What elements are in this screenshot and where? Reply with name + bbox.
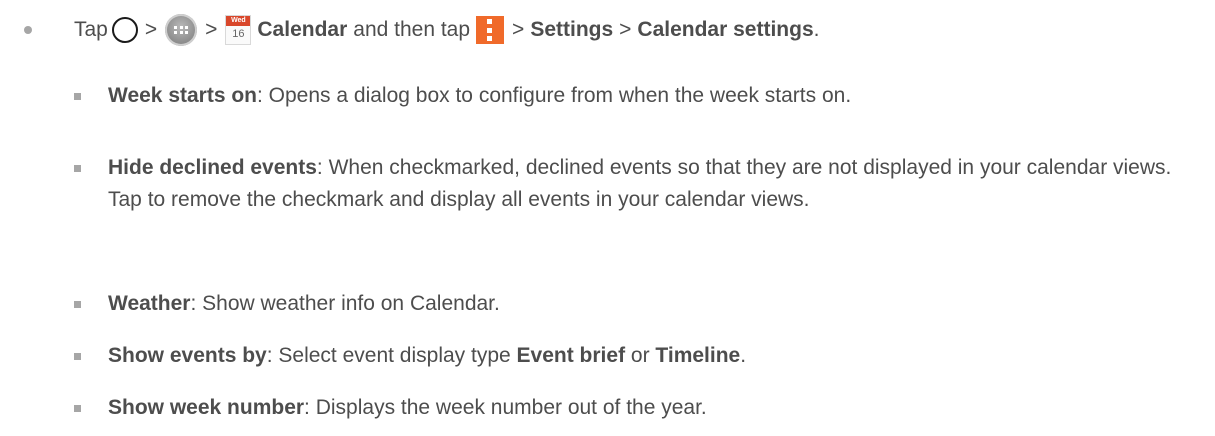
item-desc: : Select event display type: [266, 344, 517, 367]
square-bullet: [74, 301, 81, 308]
item-term: Week starts on: [108, 84, 257, 107]
calendar-icon-day: Wed: [226, 16, 251, 26]
overflow-menu-icon: [476, 16, 505, 44]
item-text: Weather: Show weather info on Calendar.: [108, 288, 1208, 320]
item-desc: : Displays the week number out of the ye…: [304, 396, 707, 419]
arrow-separator: >: [144, 18, 158, 41]
round-bullet: [24, 26, 32, 34]
item-term: Hide declined events: [108, 156, 317, 179]
settings-label: Settings: [530, 18, 614, 41]
step-content: Tap > > Wed 16 Calendar and then tap > S…: [74, 8, 819, 52]
item-term: Show week number: [108, 396, 305, 419]
home-circle-icon: [111, 17, 138, 43]
option-timeline: Timeline: [655, 344, 741, 367]
item-text: Show week number: Displays the week numb…: [108, 392, 1208, 424]
arrow-separator: >: [205, 18, 218, 41]
item-desc: : Show weather info on Calendar.: [190, 292, 500, 315]
item-text: Hide declined events: When checkmarked, …: [108, 152, 1208, 216]
square-bullet: [74, 353, 81, 360]
period: .: [740, 344, 747, 367]
item-desc: : Opens a dialog box to configure from w…: [257, 84, 852, 107]
calendar-icon-date: 16: [232, 28, 245, 40]
item-text: Week starts on: Opens a dialog box to co…: [108, 80, 1208, 112]
item-term: Show events by: [108, 344, 267, 367]
square-bullet: [74, 93, 81, 100]
item-term: Weather: [108, 292, 191, 315]
period: .: [813, 18, 820, 41]
calendar-label: Calendar: [257, 18, 348, 41]
instruction-step: Tap > > Wed 16 Calendar and then tap > S…: [0, 8, 1210, 52]
arrow-separator: >: [512, 18, 525, 41]
apps-icon: [165, 14, 198, 46]
then-tap-text: and then tap: [353, 18, 471, 41]
or-text: or: [625, 344, 656, 367]
item-text: Show events by: Select event display typ…: [108, 340, 1208, 372]
arrow-separator: >: [619, 18, 632, 41]
tap-text: Tap: [74, 18, 108, 41]
calendar-app-icon: Wed 16: [225, 15, 252, 45]
square-bullet: [74, 165, 81, 172]
calendar-settings-label: Calendar settings: [637, 18, 814, 41]
square-bullet: [74, 405, 81, 412]
option-event-brief: Event brief: [516, 344, 626, 367]
